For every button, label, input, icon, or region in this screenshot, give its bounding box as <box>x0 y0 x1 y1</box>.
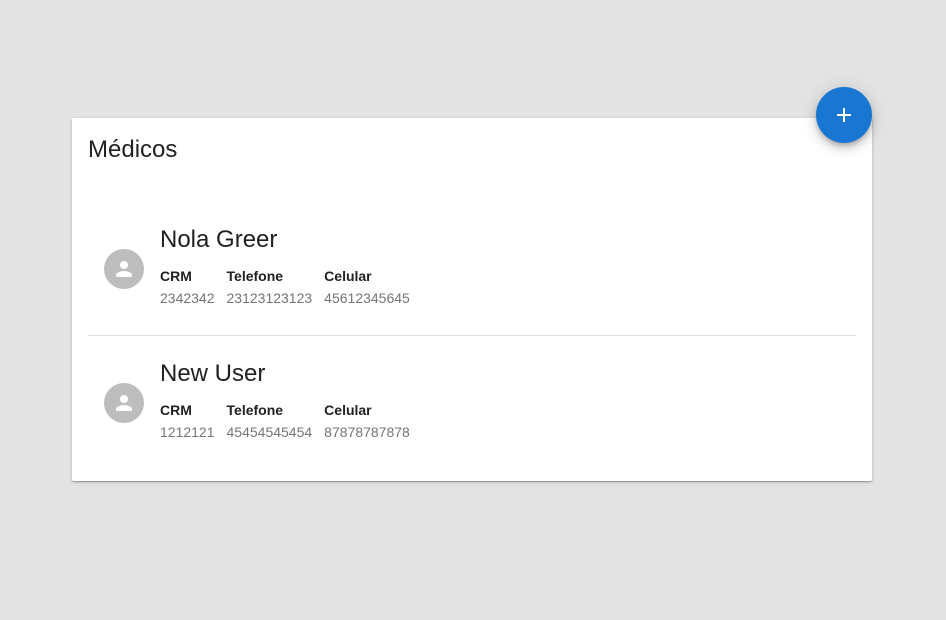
field-value: 2342342 <box>160 290 215 306</box>
field-telefone: Telefone 45454545454 <box>227 402 313 440</box>
doctor-details: Nola Greer CRM 2342342 Telefone 23123123… <box>160 226 422 306</box>
field-label: Celular <box>324 402 372 418</box>
page-title: Médicos <box>88 136 178 163</box>
field-value: 23123123123 <box>226 290 313 306</box>
doctor-details: New User CRM 1212121 Telefone 4545454545… <box>160 360 422 440</box>
field-label: CRM <box>160 402 192 418</box>
field-crm: CRM 2342342 <box>160 268 215 306</box>
field-label: CRM <box>160 268 192 284</box>
plus-icon <box>837 108 851 122</box>
add-doctor-button[interactable] <box>816 87 872 143</box>
doctor-fields: CRM 2342342 Telefone 23123123123 Celular… <box>160 268 422 306</box>
doctors-card: Médicos Nola Greer CRM 2342342 Telefone <box>72 118 872 481</box>
field-label: Telefone <box>226 268 284 284</box>
field-label: Celular <box>324 268 372 284</box>
field-crm: CRM 1212121 <box>160 402 215 440</box>
doctor-list: Nola Greer CRM 2342342 Telefone 23123123… <box>88 218 856 453</box>
avatar <box>104 249 144 289</box>
field-celular: Celular 45612345645 <box>324 268 410 306</box>
field-value: 87878787878 <box>324 424 410 440</box>
field-value: 45612345645 <box>324 290 410 306</box>
doctor-name: New User <box>160 360 266 387</box>
field-celular: Celular 87878787878 <box>324 402 410 440</box>
doctor-name: Nola Greer <box>160 226 278 253</box>
doctor-fields: CRM 1212121 Telefone 45454545454 Celular… <box>160 402 422 440</box>
field-telefone: Telefone 23123123123 <box>227 268 313 306</box>
field-label: Telefone <box>226 402 284 418</box>
field-value: 1212121 <box>160 424 215 440</box>
field-value: 45454545454 <box>226 424 313 440</box>
person-icon <box>116 395 132 411</box>
list-item[interactable]: Nola Greer CRM 2342342 Telefone 23123123… <box>88 218 856 335</box>
person-icon <box>116 261 132 277</box>
list-item[interactable]: New User CRM 1212121 Telefone 4545454545… <box>88 335 856 453</box>
avatar <box>104 383 144 423</box>
